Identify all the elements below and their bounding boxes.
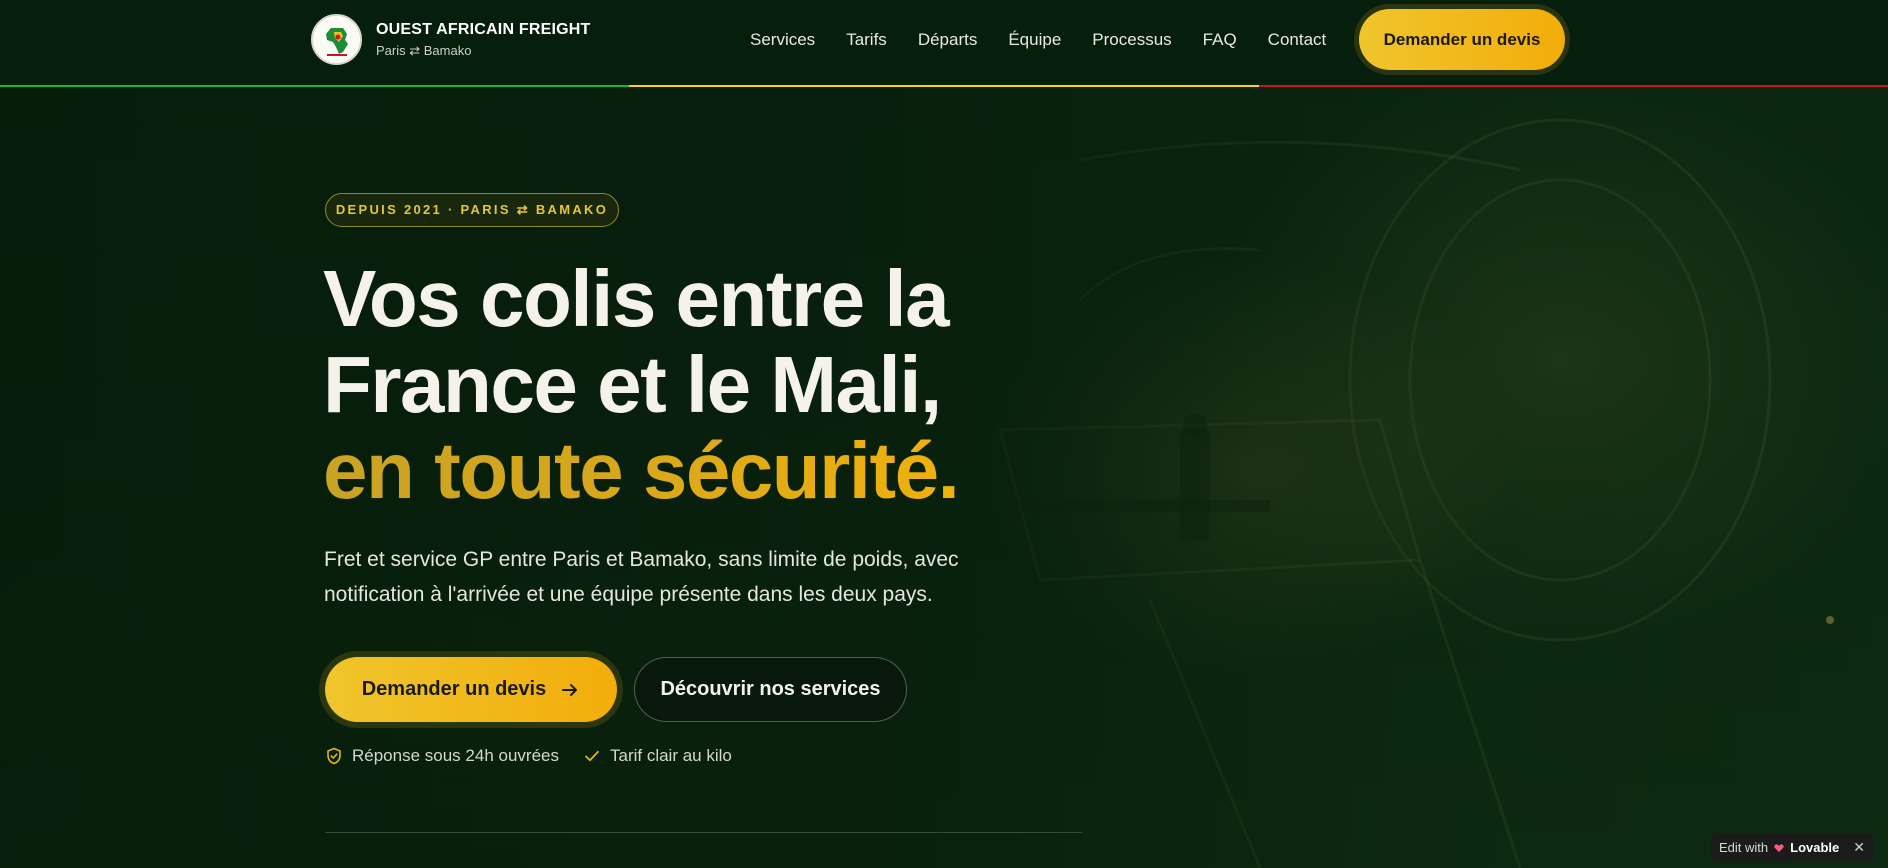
headline-line-2: France et le Mali, bbox=[323, 340, 942, 429]
brand-name: OUEST AFRICAIN FREIGHT bbox=[376, 20, 591, 38]
nav-link-services[interactable]: Services bbox=[750, 30, 815, 50]
feature-item: Réponse sous 24h ouvrées bbox=[325, 746, 559, 766]
flag-stripe-green bbox=[0, 85, 630, 87]
request-quote-label: Demander un devis bbox=[361, 678, 547, 700]
lovable-heart-icon bbox=[1774, 843, 1784, 852]
lovable-word: Lovable bbox=[1790, 840, 1840, 855]
nav-link-processus[interactable]: Processus bbox=[1092, 30, 1171, 50]
request-quote-button[interactable]: Demander un devis bbox=[325, 657, 617, 722]
shield-check-icon bbox=[325, 747, 343, 765]
flag-stripe bbox=[0, 85, 1888, 87]
lovable-prefix: Edit with bbox=[1719, 840, 1769, 855]
hero-features: Réponse sous 24h ouvrées Tarif clair au … bbox=[325, 746, 732, 766]
flag-stripe-red bbox=[1258, 85, 1888, 87]
hero-lead: Fret et service GP entre Paris et Bamako… bbox=[324, 548, 959, 606]
africa-map-icon bbox=[325, 27, 348, 56]
edit-with-lovable-badge[interactable]: Edit with Lovable ✕ bbox=[1711, 834, 1873, 861]
discover-services-button[interactable]: Découvrir nos services bbox=[634, 657, 907, 722]
nav-link-equipe[interactable]: Équipe bbox=[1008, 30, 1061, 50]
nav-link-faq[interactable]: FAQ bbox=[1203, 30, 1237, 50]
header-quote-button[interactable]: Demander un devis bbox=[1359, 9, 1565, 70]
main-nav: Services Tarifs Départs Équipe Processus… bbox=[750, 0, 1357, 80]
nav-link-tarifs[interactable]: Tarifs bbox=[846, 30, 887, 50]
arrow-right-icon bbox=[562, 683, 578, 696]
flag-stripe-yellow bbox=[629, 85, 1259, 87]
check-icon bbox=[583, 747, 601, 765]
site-header: OUEST AFRICAIN FREIGHT Paris ⇄ Bamako Se… bbox=[0, 0, 1888, 87]
nav-link-departs[interactable]: Départs bbox=[918, 30, 978, 50]
section-divider bbox=[325, 832, 1082, 833]
close-icon[interactable]: ✕ bbox=[1853, 839, 1865, 856]
hero-headline: Vos colis entre la France et le Mali, en… bbox=[323, 256, 1083, 514]
nav-link-contact[interactable]: Contact bbox=[1268, 30, 1327, 50]
feature-label: Réponse sous 24h ouvrées bbox=[352, 746, 559, 765]
hero-badge: DEPUIS 2021 · PARIS ⇄ BAMAKO bbox=[325, 193, 619, 227]
brand-subtitle: Paris ⇄ Bamako bbox=[376, 42, 472, 58]
headline-accent: en toute sécurité. bbox=[323, 426, 960, 515]
feature-item: Tarif clair au kilo bbox=[583, 746, 732, 766]
feature-label: Tarif clair au kilo bbox=[609, 746, 732, 765]
brand-logo bbox=[311, 14, 362, 65]
headline-line-1: Vos colis entre la bbox=[323, 254, 950, 343]
brand[interactable]: OUEST AFRICAIN FREIGHT Paris ⇄ Bamako bbox=[311, 14, 590, 65]
